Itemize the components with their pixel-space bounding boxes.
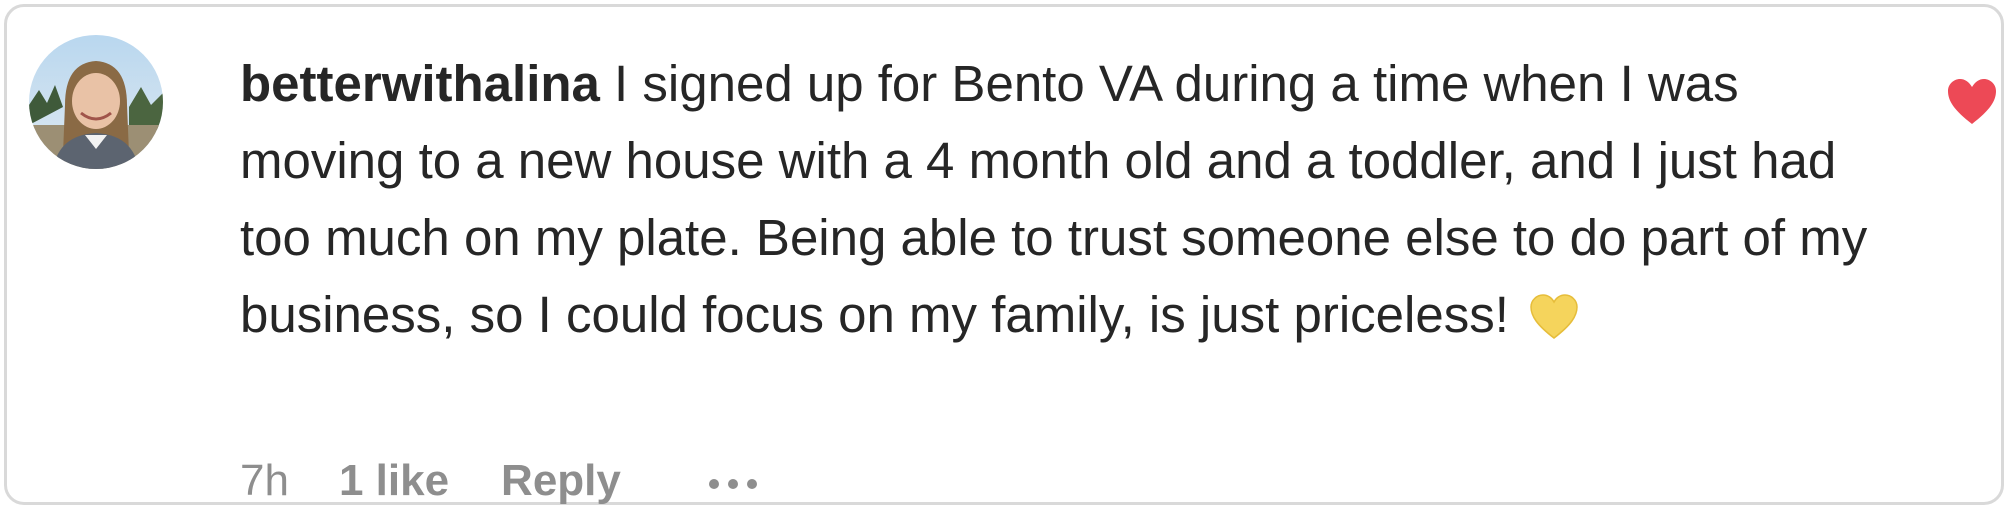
dot	[727, 479, 738, 489]
reply-button[interactable]: Reply	[501, 455, 621, 507]
comment-body: betterwithalina I signed up for Bento VA…	[240, 45, 1880, 361]
more-options-icon[interactable]	[708, 473, 757, 489]
avatar[interactable]	[29, 35, 163, 169]
comment-card: betterwithalina I signed up for Bento VA…	[4, 4, 2004, 505]
dot	[746, 479, 757, 489]
username-link[interactable]: betterwithalina	[240, 55, 600, 112]
dot	[708, 479, 719, 489]
likes-count-link[interactable]: 1 like	[339, 455, 449, 507]
comment-meta: 7h 1 like Reply	[240, 455, 757, 507]
heart-filled-icon[interactable]	[1945, 77, 1999, 127]
timestamp: 7h	[240, 456, 289, 505]
yellow-heart-icon	[1529, 284, 1579, 361]
